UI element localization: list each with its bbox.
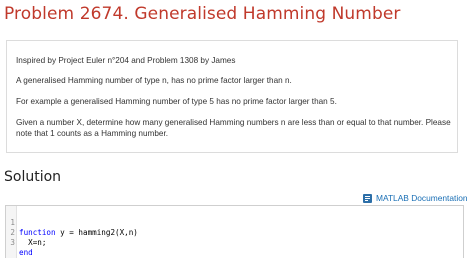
description-line: Inspired by Project Euler n°204 and Prob… <box>16 56 236 65</box>
description-line: A generalised Hamming number of type n, … <box>16 76 292 85</box>
documentation-link-label[interactable]: MATLAB Documentation <box>376 193 468 203</box>
code-keyword: end <box>19 248 33 257</box>
matlab-doc-icon <box>363 193 372 203</box>
problem-description: Inspired by Project Euler n°204 and Prob… <box>6 40 458 153</box>
code-line[interactable]: 3 end <box>6 228 32 257</box>
description-line: For example a generalised Hamming number… <box>16 97 337 106</box>
problem-title: Problem 2674. Generalised Hamming Number <box>4 4 401 24</box>
code-keyword: function <box>19 228 56 237</box>
line-number: 3 <box>10 238 15 247</box>
code-text[interactable]: end <box>19 248 33 258</box>
description-line: note that 1 counts as a Hamming number. <box>16 129 169 138</box>
code-content: y = hamming2(X,n) <box>55 228 138 237</box>
solution-heading: Solution <box>4 169 62 185</box>
code-text[interactable]: function y = hamming2(X,n) <box>19 228 138 238</box>
code-line[interactable]: 1 function y = hamming2(X,n) <box>6 208 137 237</box>
code-line[interactable]: 2 X=n; <box>6 218 46 247</box>
description-line: Given a number X, determine how many gen… <box>16 118 451 127</box>
matlab-documentation-link[interactable]: MATLAB Documentation <box>363 193 468 203</box>
code-editor[interactable]: 1 function y = hamming2(X,n) 2 X=n; 3 en… <box>5 205 464 258</box>
